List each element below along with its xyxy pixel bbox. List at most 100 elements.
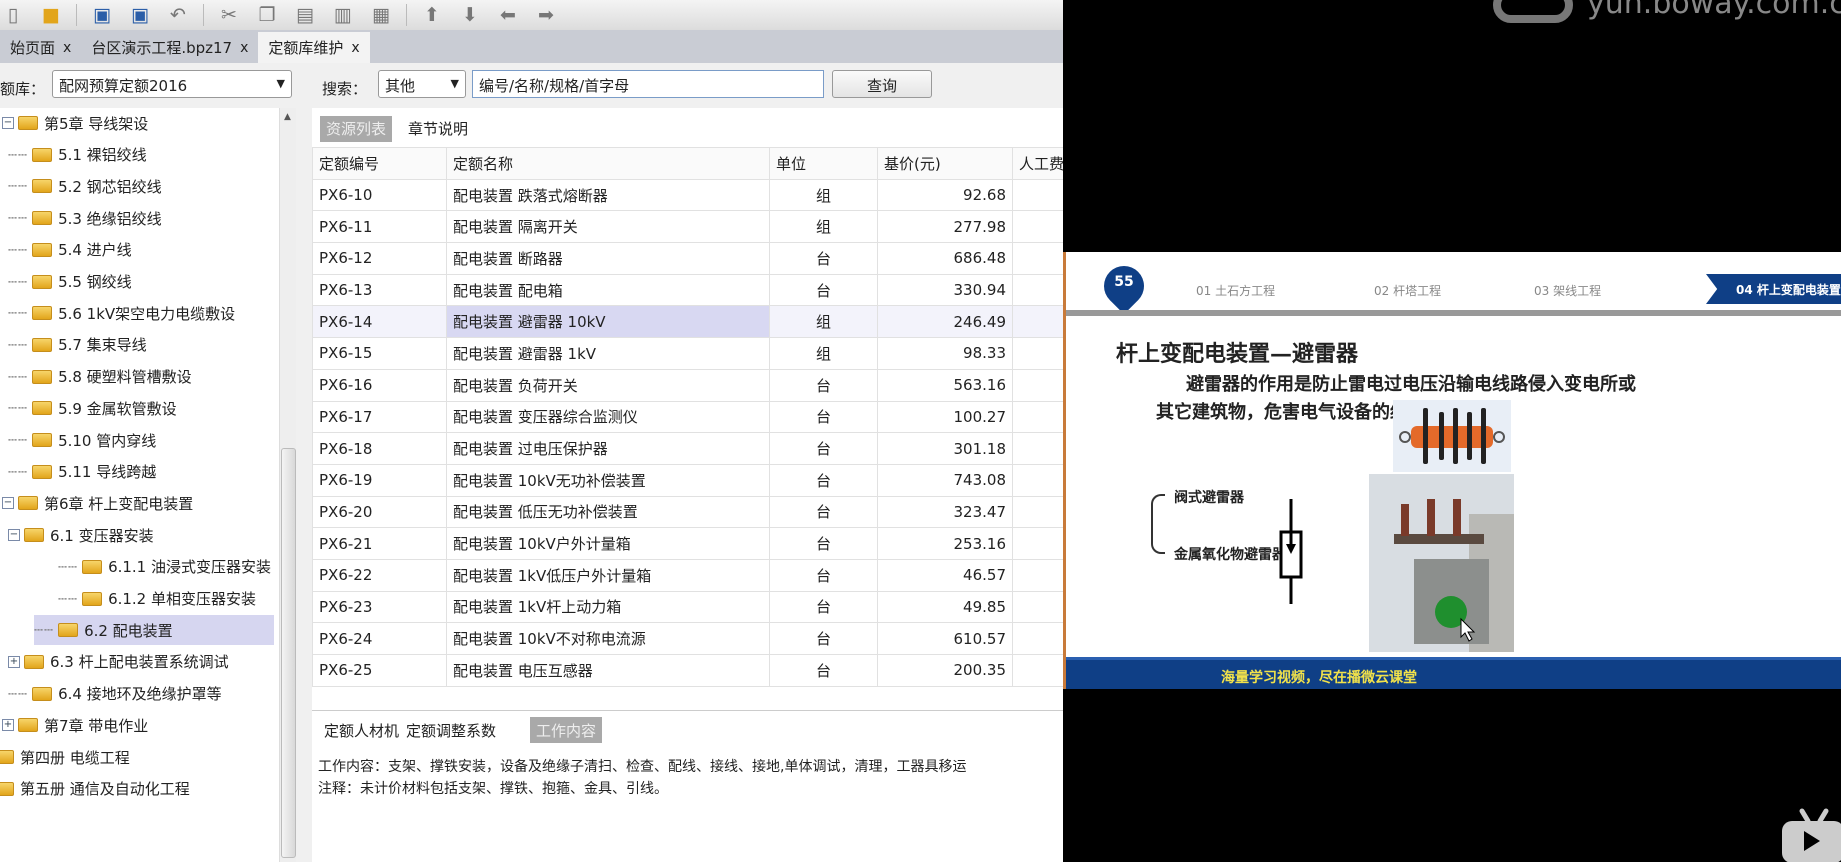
table-row[interactable]: PX6-17 配电装置 变压器综合监测仪台 100.27 (312, 400, 1063, 434)
cell-code[interactable]: PX6-12 (312, 242, 447, 275)
table-row[interactable]: PX6-16 配电装置 负荷开关台 563.16 (312, 368, 1063, 402)
col-name[interactable]: 定额名称 (446, 147, 770, 180)
table-row[interactable]: PX6-11 配电装置 隔离开关组 277.98 (312, 210, 1063, 244)
tab-start-page[interactable]: 始页面 x (0, 32, 81, 63)
cell-labor[interactable] (1012, 242, 1063, 275)
undo-icon[interactable]: ↶ (165, 3, 191, 27)
query-button[interactable]: 查询 (832, 70, 932, 98)
cell-unit[interactable]: 台 (769, 432, 878, 465)
tree-node[interactable]: ┄┄ 5.7 集束导线 (8, 330, 147, 360)
cell-price[interactable]: 563.16 (877, 368, 1013, 402)
tree-node[interactable]: ┄┄ 6.4 接地环及绝缘护罩等 (8, 679, 222, 709)
cell-unit[interactable]: 台 (769, 495, 878, 529)
cell-labor[interactable] (1012, 558, 1063, 592)
cell-unit[interactable]: 台 (769, 558, 878, 592)
cell-code[interactable]: PX6-14 (312, 305, 447, 339)
cell-unit[interactable]: 台 (769, 654, 878, 687)
close-icon[interactable]: x (63, 40, 71, 56)
table-row[interactable]: PX6-15 配电装置 避雷器 1kV 组 98.33 (312, 337, 1063, 370)
table-row[interactable]: PX6-10 配电装置 跌落式熔断器组 92.68 (312, 178, 1063, 212)
cell-code[interactable]: PX6-17 (312, 400, 447, 434)
cell-unit[interactable]: 组 (769, 337, 878, 370)
cell-unit[interactable]: 台 (769, 527, 878, 560)
cell-labor[interactable] (1012, 463, 1063, 497)
table-row[interactable]: PX6-21 配电装置 10kV户外计量箱台 253.16 (312, 527, 1063, 560)
tab-quota-materials[interactable]: 定额人材机 (318, 717, 405, 743)
collapse-icon[interactable]: − (8, 529, 20, 542)
cell-code[interactable]: PX6-25 (312, 654, 447, 687)
cell-labor[interactable] (1012, 368, 1063, 402)
cell-name[interactable]: 配电装置 跌落式熔断器 (446, 178, 770, 212)
cell-labor[interactable] (1012, 400, 1063, 434)
tree-node[interactable]: ┄┄ 5.10 管内穿线 (8, 425, 156, 455)
cell-name[interactable]: 配电装置 过电压保护器 (446, 432, 770, 465)
cell-price[interactable]: 277.98 (877, 210, 1013, 244)
cell-price[interactable]: 610.57 (877, 622, 1013, 655)
cell-name[interactable]: 配电装置 1kV低压户外计量箱 (446, 558, 770, 592)
tree-node[interactable]: 第五册 通信及自动化工程 (0, 774, 190, 804)
cut-icon[interactable]: ✂ (216, 3, 242, 27)
col-unit[interactable]: 单位 (769, 147, 878, 180)
cell-labor[interactable] (1012, 305, 1063, 339)
cell-code[interactable]: PX6-24 (312, 622, 447, 655)
tree-scrollbar[interactable]: ▲ (279, 108, 296, 862)
cell-name[interactable]: 配电装置 避雷器 10kV (446, 305, 770, 339)
cell-code[interactable]: PX6-20 (312, 495, 447, 529)
cell-unit[interactable]: 组 (769, 210, 878, 244)
cell-unit[interactable]: 台 (769, 368, 878, 402)
move-right-icon[interactable]: ➡ (533, 3, 559, 27)
search-input[interactable]: 编号/名称/规格/首字母 (472, 70, 824, 98)
expand-icon[interactable]: + (2, 719, 14, 732)
table-row[interactable]: PX6-19 配电装置 10kV无功补偿装置台 743.08 (312, 463, 1063, 497)
save-icon[interactable]: ▣ (89, 3, 115, 27)
cell-price[interactable]: 100.27 (877, 400, 1013, 434)
save-as-icon[interactable]: ▣ (127, 3, 153, 27)
table-row[interactable]: PX6-13 配电装置 配电箱台 330.94 (312, 273, 1063, 307)
cell-code[interactable]: PX6-16 (312, 368, 447, 402)
tree-node[interactable]: − 6.1 变压器安装 (8, 520, 154, 550)
tab-project[interactable]: 台区演示工程.bpz17 x (81, 32, 258, 63)
expand-icon[interactable]: + (8, 655, 20, 668)
cell-code[interactable]: PX6-15 (312, 337, 447, 370)
move-left-icon[interactable]: ⬅ (495, 3, 521, 27)
cell-unit[interactable]: 台 (769, 590, 878, 624)
tree-node[interactable]: ┄┄ 6.1.1 油浸式变压器安装 (58, 552, 271, 582)
cell-name[interactable]: 配电装置 电压互感器 (446, 654, 770, 687)
search-type-select[interactable]: 其他 ▼ (378, 70, 466, 98)
cell-price[interactable]: 49.85 (877, 590, 1013, 624)
tree-node[interactable]: 第四册 电缆工程 (0, 742, 130, 772)
cell-code[interactable]: PX6-19 (312, 463, 447, 497)
cell-unit[interactable]: 台 (769, 622, 878, 655)
table-row[interactable]: PX6-18 配电装置 过电压保护器台 301.18 (312, 432, 1063, 465)
col-labor[interactable]: 人工费 (1012, 147, 1063, 180)
cell-labor[interactable] (1012, 654, 1063, 687)
cell-price[interactable]: 200.35 (877, 654, 1013, 687)
cell-unit[interactable]: 台 (769, 463, 878, 497)
bilibili-logo-icon[interactable] (1780, 795, 1841, 862)
table-row[interactable]: PX6-14 配电装置 避雷器 10kV 组 246.49 (312, 305, 1063, 339)
tab-resource-list[interactable]: 资源列表 (320, 116, 393, 142)
tree-node[interactable]: ┄┄ 5.4 进户线 (8, 235, 132, 265)
cell-code[interactable]: PX6-23 (312, 590, 447, 624)
tree-node[interactable]: + 第7章 带电作业 (2, 710, 148, 740)
cell-unit[interactable]: 台 (769, 273, 878, 307)
collapse-icon[interactable]: − (2, 117, 14, 129)
tab-work-content[interactable]: 工作内容 (530, 717, 603, 743)
tree-node[interactable]: ┄┄ 5.9 金属软管敷设 (8, 393, 177, 423)
cell-price[interactable]: 686.48 (877, 242, 1013, 275)
scrollbar-thumb[interactable] (281, 448, 296, 858)
cell-name[interactable]: 配电装置 负荷开关 (446, 368, 770, 402)
delete-icon[interactable]: ▥ (330, 3, 356, 27)
table-row[interactable]: PX6-22 配电装置 1kV低压户外计量箱台 46.57 (312, 558, 1063, 592)
table-row[interactable]: PX6-12 配电装置 断路器台 686.48 (312, 242, 1063, 275)
tree-node[interactable]: +6.3 杆上配电装置系统调试 (8, 647, 229, 677)
col-code[interactable]: 定额编号 (312, 147, 447, 180)
cell-code[interactable]: PX6-13 (312, 273, 447, 307)
cell-code[interactable]: PX6-11 (312, 210, 447, 244)
close-icon[interactable]: x (351, 40, 359, 56)
tree-node[interactable]: ┄┄ 6.1.2 单相变压器安装 (58, 584, 256, 614)
col-price[interactable]: 基价(元) (877, 147, 1013, 180)
cell-unit[interactable]: 台 (769, 400, 878, 434)
cell-name[interactable]: 配电装置 配电箱 (446, 273, 770, 307)
tree-node[interactable]: − 第5章 导线架设 (2, 108, 148, 138)
